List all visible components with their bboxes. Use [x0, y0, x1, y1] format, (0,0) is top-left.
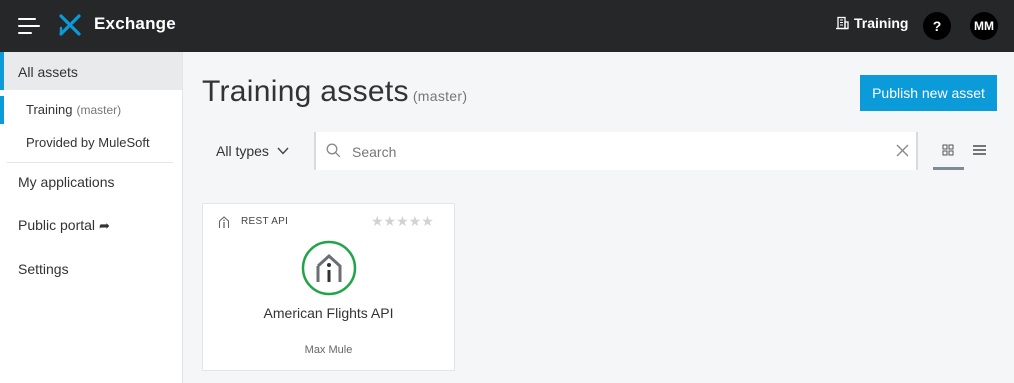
- grid-icon: [942, 144, 954, 156]
- asset-type-label: REST API: [241, 216, 289, 227]
- asset-card[interactable]: REST API ★★★★★ American Flights API Max …: [202, 203, 455, 371]
- page-title-text: Training assets: [202, 75, 409, 108]
- filter-bar: All types: [202, 132, 997, 170]
- sidebar-item-all-assets[interactable]: All assets: [0, 52, 182, 90]
- app-title: Exchange: [94, 14, 176, 33]
- publish-new-asset-button[interactable]: Publish new asset: [860, 75, 997, 111]
- org-label: Training: [854, 15, 909, 31]
- hamburger-menu-icon[interactable]: [18, 16, 40, 36]
- sidebar-item-settings[interactable]: Settings: [0, 261, 182, 277]
- sidebar: All assets Training (master) Provided by …: [0, 52, 183, 383]
- sidebar-item-training[interactable]: Training (master): [0, 96, 182, 124]
- share-arrow-icon: ➦: [99, 218, 110, 233]
- list-icon: [973, 145, 986, 155]
- rest-api-icon: [218, 216, 230, 228]
- sidebar-item-label: Public portal: [18, 217, 96, 233]
- search-box: [314, 132, 918, 170]
- list-view-toggle[interactable]: [972, 132, 988, 170]
- asset-name: American Flights API: [263, 305, 394, 321]
- asset-type-dropdown[interactable]: All types: [216, 143, 289, 159]
- sidebar-item-provided-by-mulesoft[interactable]: Provided by MuleSoft: [0, 132, 182, 156]
- chevron-down-icon: [277, 147, 289, 155]
- star-rating[interactable]: ★★★★★: [371, 213, 434, 230]
- sidebar-divider: [7, 162, 173, 163]
- page-title: Training assets (master): [202, 75, 467, 109]
- sidebar-item-label: Training: [26, 102, 73, 117]
- search-icon: [326, 143, 341, 158]
- top-header: Exchange Training ? MM: [0, 0, 1014, 52]
- page-title-sub: (master): [412, 88, 468, 104]
- asset-author: Max Mule: [304, 344, 353, 356]
- exchange-logo-icon: [59, 14, 81, 36]
- rest-api-logo-icon: [301, 240, 357, 296]
- sidebar-item-my-applications[interactable]: My applications: [0, 174, 182, 190]
- close-icon[interactable]: [896, 144, 909, 157]
- org-switcher[interactable]: Training: [835, 15, 908, 31]
- sidebar-item-public-portal[interactable]: Public portal ➦: [0, 217, 182, 234]
- building-icon: [836, 16, 849, 30]
- help-button[interactable]: ?: [923, 12, 951, 40]
- asset-type-label: All types: [216, 143, 269, 159]
- sidebar-item-sublabel: (master): [76, 103, 122, 117]
- user-avatar[interactable]: MM: [970, 12, 998, 40]
- search-input[interactable]: [352, 141, 872, 163]
- grid-view-toggle[interactable]: [933, 132, 964, 170]
